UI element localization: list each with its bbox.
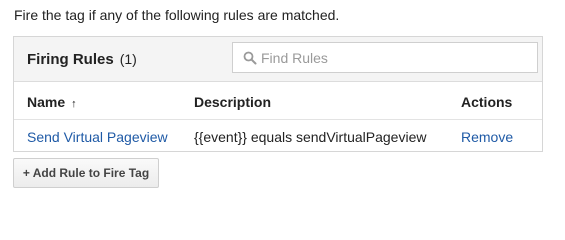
table-header: Name ↑ Description Actions [14, 82, 542, 120]
add-rule-button[interactable]: + Add Rule to Fire Tag [13, 158, 159, 188]
remove-rule-link[interactable]: Remove [461, 129, 513, 145]
search-icon [243, 51, 257, 65]
column-header-name[interactable]: Name ↑ [27, 94, 77, 110]
panel-title: Firing Rules (1) [27, 51, 137, 68]
panel-header: Firing Rules (1) [14, 37, 542, 82]
sort-arrow-icon: ↑ [71, 98, 77, 110]
column-header-actions: Actions [461, 94, 513, 110]
panel-title-label: Firing Rules [27, 51, 114, 68]
rule-count: (1) [119, 51, 137, 67]
table-row: Send Virtual Pageview {{event}} equals s… [14, 120, 542, 153]
rule-name-link[interactable]: Send Virtual Pageview [27, 129, 168, 145]
search-box[interactable] [232, 42, 538, 73]
search-input[interactable] [261, 43, 531, 72]
firing-rules-panel: Firing Rules (1) Name ↑ Description Action… [13, 36, 543, 152]
rule-description: {{event}} equals sendVirtualPageview [194, 129, 427, 145]
intro-text: Fire the tag if any of the following rul… [14, 7, 340, 23]
column-header-name-label: Name [27, 94, 66, 110]
column-header-description: Description [194, 94, 272, 110]
